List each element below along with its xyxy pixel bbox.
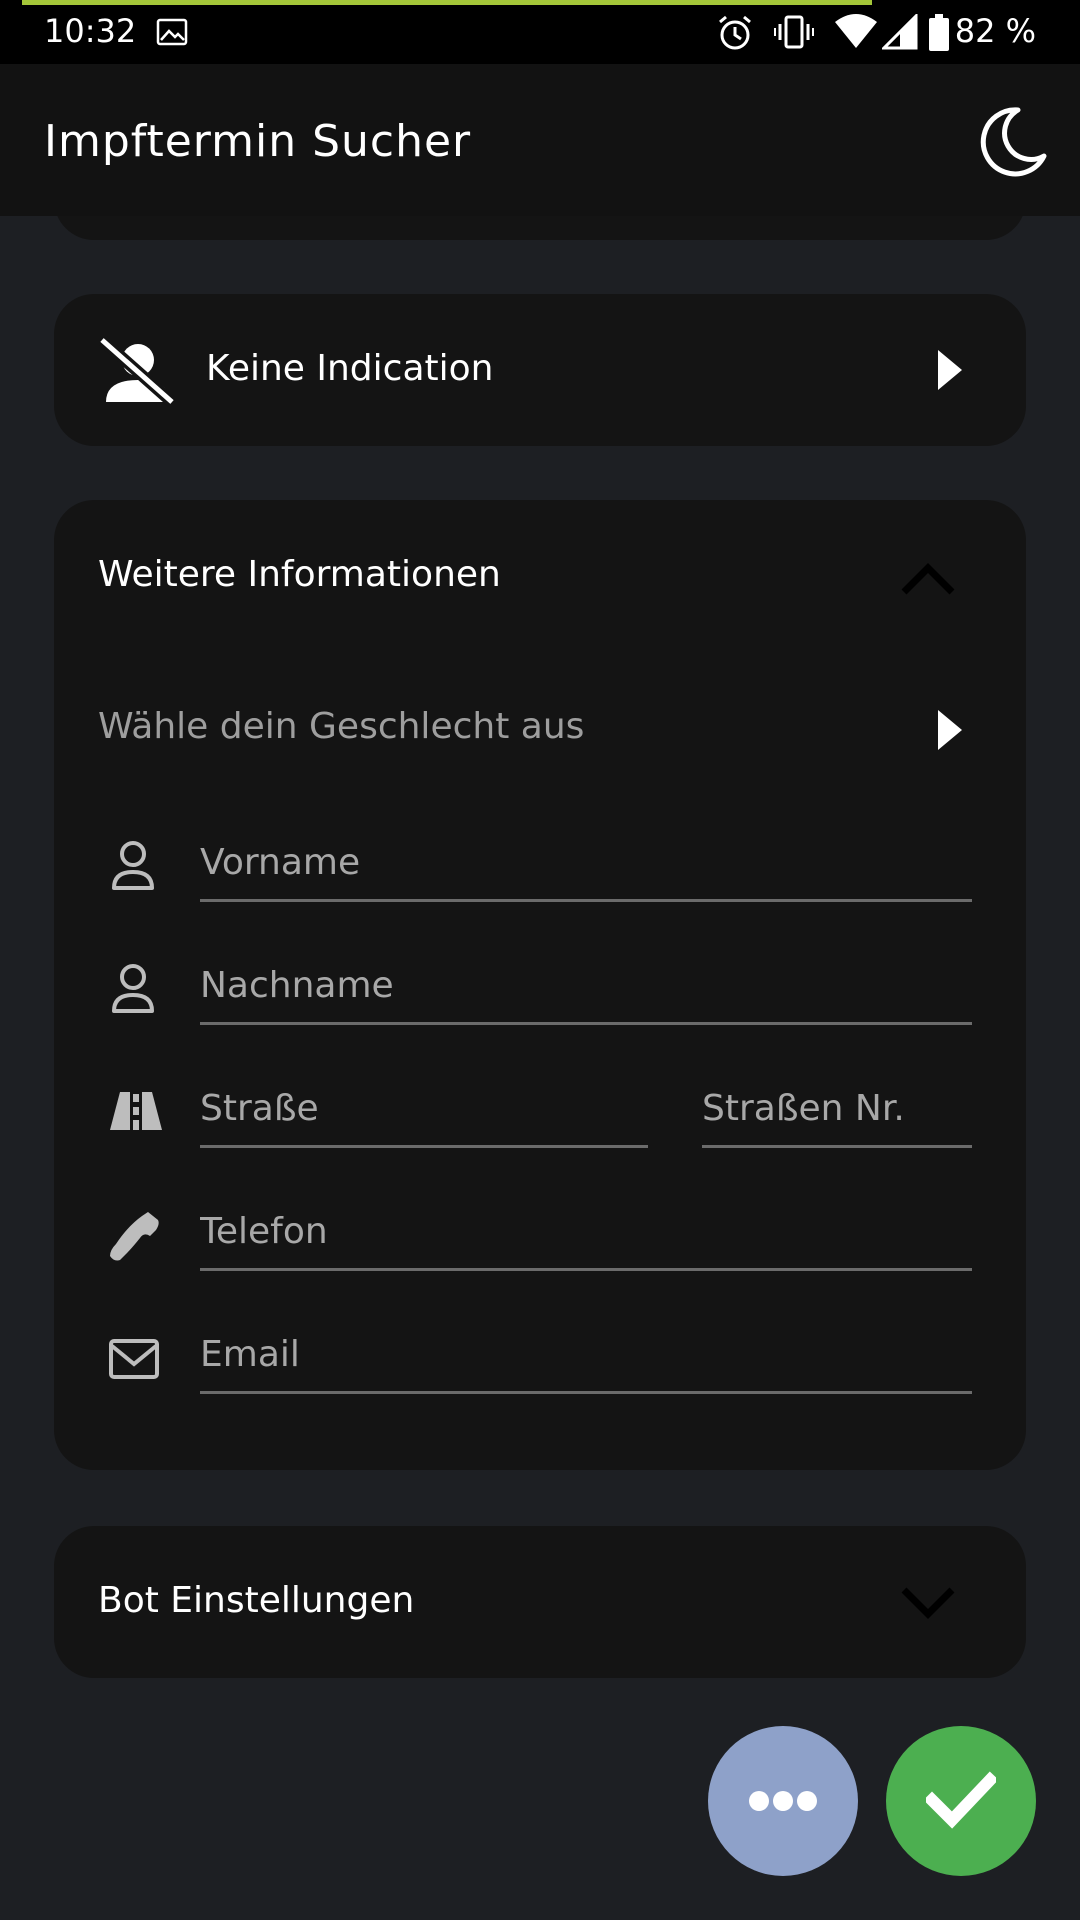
status-bar: 10:32 82 % bbox=[0, 0, 1080, 64]
person-icon bbox=[110, 963, 156, 1019]
phone-icon bbox=[108, 1210, 160, 1266]
chevron-up-icon[interactable] bbox=[900, 562, 956, 600]
wifi-icon bbox=[834, 14, 878, 54]
bot-settings-card[interactable]: Bot Einstellungen bbox=[54, 1526, 1026, 1678]
gender-select[interactable]: Wähle dein Geschlecht aus bbox=[54, 680, 1026, 780]
email-field bbox=[200, 1324, 972, 1394]
last-name-field bbox=[200, 955, 972, 1025]
status-icons: 82 % bbox=[680, 0, 1080, 64]
first-name-field bbox=[200, 832, 972, 902]
email-input[interactable] bbox=[200, 1324, 972, 1384]
more-horiz-icon bbox=[748, 1788, 818, 1818]
chevron-down-icon[interactable] bbox=[900, 1586, 956, 1624]
gender-select-label: Wähle dein Geschlecht aus bbox=[98, 706, 585, 747]
vibrate-icon bbox=[774, 14, 814, 54]
battery-percent: 82 % bbox=[954, 12, 1036, 50]
last-name-input[interactable] bbox=[200, 955, 972, 1015]
mail-icon bbox=[108, 1338, 160, 1384]
image-icon bbox=[156, 18, 188, 50]
status-time: 10:32 bbox=[44, 12, 137, 50]
street-field bbox=[200, 1078, 648, 1148]
app-bar: Impftermin Sucher bbox=[0, 64, 1080, 216]
info-section-title: Weitere Informationen bbox=[98, 554, 501, 595]
street-input[interactable] bbox=[200, 1078, 648, 1138]
indication-card[interactable]: Keine Indication bbox=[54, 294, 1026, 446]
app-title: Impftermin Sucher bbox=[44, 116, 472, 167]
phone-field bbox=[200, 1201, 972, 1271]
check-icon bbox=[923, 1770, 999, 1834]
arrow-right-icon bbox=[938, 350, 962, 390]
signal-icon bbox=[880, 12, 918, 54]
person-icon bbox=[110, 840, 156, 896]
alarm-icon bbox=[716, 14, 754, 56]
phone-input[interactable] bbox=[200, 1201, 972, 1261]
more-button[interactable] bbox=[708, 1726, 858, 1876]
road-icon bbox=[108, 1090, 164, 1136]
person-off-icon bbox=[96, 335, 178, 410]
arrow-right-icon bbox=[938, 710, 962, 750]
info-card: Weitere Informationen Wähle dein Geschle… bbox=[54, 500, 1026, 1470]
first-name-input[interactable] bbox=[200, 832, 972, 892]
moon-icon[interactable] bbox=[974, 104, 1050, 180]
battery-icon bbox=[928, 14, 950, 56]
indication-label: Keine Indication bbox=[206, 348, 494, 389]
street-nr-input[interactable] bbox=[702, 1078, 972, 1138]
bot-settings-title: Bot Einstellungen bbox=[98, 1580, 415, 1621]
confirm-button[interactable] bbox=[886, 1726, 1036, 1876]
street-nr-field bbox=[702, 1078, 972, 1148]
